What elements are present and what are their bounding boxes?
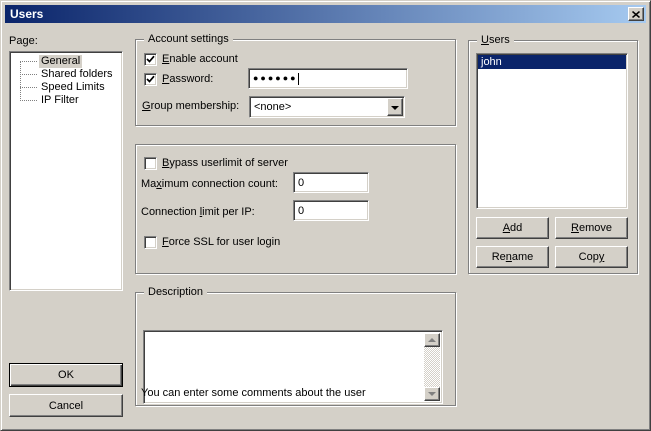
max-connections-input[interactable]: 0: [293, 172, 369, 193]
user-list-item[interactable]: john: [478, 55, 626, 69]
tree-item-label: IP Filter: [39, 94, 81, 107]
bypass-userlimit-label[interactable]: Bypass userlimit of server: [162, 157, 288, 170]
password-checkbox[interactable]: [144, 73, 157, 86]
scroll-up-button[interactable]: [424, 333, 440, 347]
tree-line-icon: [20, 100, 37, 101]
password-input[interactable]: ●●●●●●: [248, 68, 408, 89]
force-ssl-label[interactable]: Force SSL for user login: [162, 236, 280, 249]
add-button[interactable]: Add: [476, 217, 549, 239]
ok-button[interactable]: OK: [9, 363, 123, 387]
users-listbox: john: [476, 53, 628, 209]
users-dialog: Users Page: General Shared folders Speed…: [0, 0, 651, 431]
remove-button[interactable]: Remove: [555, 217, 628, 239]
tree-item-label: General: [39, 55, 82, 68]
tree-line-icon: [20, 87, 37, 88]
password-value: ●●●●●●: [253, 73, 298, 84]
chevron-down-icon: [391, 106, 399, 110]
close-button[interactable]: [628, 7, 644, 21]
arrow-down-icon: [428, 392, 436, 396]
tree-line-icon: [20, 74, 37, 75]
per-ip-limit-value: 0: [298, 205, 304, 217]
tree-item-shared-folders[interactable]: Shared folders: [10, 68, 122, 81]
check-icon: [146, 75, 155, 84]
text-caret: [298, 73, 299, 85]
page-tree: General Shared folders Speed Limits IP F…: [9, 51, 123, 291]
scrollbar-track[interactable]: [424, 347, 440, 387]
per-ip-limit-input[interactable]: 0: [293, 200, 369, 221]
enable-account-checkbox[interactable]: [144, 53, 157, 66]
tree-item-ip-filter[interactable]: IP Filter: [10, 94, 122, 107]
account-settings-title: Account settings: [144, 33, 233, 46]
scroll-down-button[interactable]: [424, 387, 440, 401]
per-ip-limit-label: Connection limit per IP:: [141, 206, 255, 219]
cancel-button[interactable]: Cancel: [9, 394, 123, 417]
group-membership-value: <none>: [254, 101, 291, 113]
bypass-userlimit-checkbox[interactable]: [144, 157, 157, 170]
force-ssl-checkbox[interactable]: [144, 236, 157, 249]
arrow-up-icon: [428, 338, 436, 342]
group-membership-select[interactable]: <none>: [249, 96, 405, 118]
tree-item-label: Shared folders: [39, 68, 115, 81]
tree-item-label: Speed Limits: [39, 81, 107, 94]
check-icon: [146, 55, 155, 64]
copy-button[interactable]: Copy: [555, 246, 628, 268]
tree-line-icon: [20, 61, 37, 62]
max-connections-label: Maximum connection count:: [141, 178, 278, 191]
combo-dropdown-button[interactable]: [387, 98, 403, 116]
window-title: Users: [10, 7, 43, 21]
rename-button[interactable]: Rename: [476, 246, 549, 268]
tree-item-speed-limits[interactable]: Speed Limits: [10, 81, 122, 94]
description-hint: You can enter some comments about the us…: [141, 387, 366, 400]
max-connections-value: 0: [298, 177, 304, 189]
password-label[interactable]: Password:: [162, 73, 213, 86]
close-icon: [632, 11, 640, 18]
users-group-title: Users: [477, 34, 514, 47]
description-title: Description: [144, 286, 207, 299]
description-scrollbar[interactable]: [424, 333, 440, 401]
title-bar[interactable]: Users: [5, 5, 646, 23]
page-label: Page:: [9, 35, 38, 48]
group-membership-label: Group membership:: [142, 100, 239, 113]
enable-account-label[interactable]: Enable account: [162, 53, 238, 66]
tree-item-general[interactable]: General: [10, 55, 122, 68]
